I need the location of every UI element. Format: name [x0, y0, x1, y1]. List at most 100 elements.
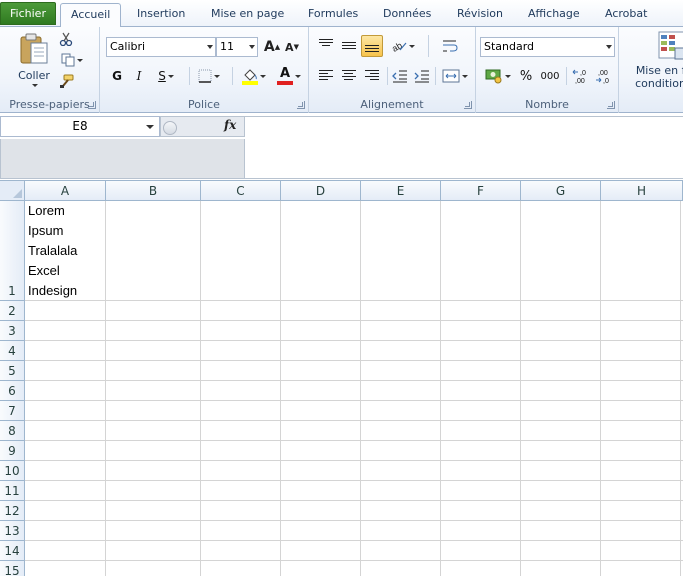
cell-a1-line: Lorem: [28, 203, 65, 218]
gridline: [25, 420, 683, 421]
increase-decimal-button[interactable]: ,0 ,00: [571, 65, 591, 87]
name-box[interactable]: E8: [0, 116, 160, 137]
formula-bar-resize-handle[interactable]: [163, 121, 177, 135]
tab-mise-en-page[interactable]: Mise en page: [201, 3, 294, 27]
italic-button[interactable]: I: [130, 66, 148, 86]
column-header-b[interactable]: B: [106, 181, 201, 201]
fill-color-button[interactable]: [239, 65, 269, 87]
row-header-5[interactable]: 5: [0, 361, 25, 381]
insert-function-button[interactable]: fx: [224, 118, 236, 132]
column-header-e[interactable]: E: [361, 181, 441, 201]
copy-button[interactable]: [58, 52, 86, 68]
align-right-button[interactable]: [365, 70, 379, 82]
font-name-select[interactable]: Calibri: [106, 37, 216, 57]
chevron-down-icon: [260, 74, 266, 78]
cell-a1[interactable]: Lorem Ipsum Tralalala Excel Indesign: [25, 201, 105, 300]
row-header-6[interactable]: 6: [0, 381, 25, 401]
alignment-separator: [387, 67, 388, 85]
row-header-3[interactable]: 3: [0, 321, 25, 341]
gridline: [25, 380, 683, 381]
number-launcher-icon[interactable]: [607, 101, 615, 109]
conditional-formatting-button[interactable]: Mise en fo conditionn: [627, 30, 683, 94]
gridline: [25, 440, 683, 441]
gridline: [25, 400, 683, 401]
paste-button[interactable]: Coller: [12, 30, 56, 90]
tab-acrobat[interactable]: Acrobat: [595, 3, 657, 27]
row-header-7[interactable]: 7: [0, 401, 25, 421]
font-color-button[interactable]: A: [274, 65, 304, 87]
tab-fichier[interactable]: Fichier: [0, 2, 56, 25]
align-top-button[interactable]: [319, 39, 333, 48]
clipboard-launcher-icon[interactable]: [88, 101, 96, 109]
chevron-down-icon: [409, 44, 415, 48]
row-header-12[interactable]: 12: [0, 501, 25, 521]
tab-donnees[interactable]: Données: [373, 3, 441, 27]
formula-input[interactable]: [245, 116, 683, 179]
alignment-launcher-icon[interactable]: [464, 101, 472, 109]
font-group-label: Police: [188, 98, 220, 111]
select-all-button[interactable]: [0, 181, 25, 201]
font-size-select[interactable]: 11: [216, 37, 258, 57]
paste-dropdown-icon: [32, 84, 38, 87]
row-header-9[interactable]: 9: [0, 441, 25, 461]
decrease-decimal-icon: ,00 ,0: [596, 70, 609, 85]
font-launcher-icon[interactable]: [297, 101, 305, 109]
alignment-group-label: Alignement: [360, 98, 424, 111]
bold-button[interactable]: G: [108, 66, 126, 86]
row-header-2[interactable]: 2: [0, 301, 25, 321]
decrease-decimal-button[interactable]: ,00 ,0: [594, 65, 614, 87]
align-left-button[interactable]: [319, 70, 333, 82]
align-center-button[interactable]: [342, 70, 356, 82]
row-header-14[interactable]: 14: [0, 541, 25, 561]
row-header-11[interactable]: 11: [0, 481, 25, 501]
merge-center-button[interactable]: [440, 67, 470, 85]
column-header-g[interactable]: G: [521, 181, 601, 201]
column-header-a[interactable]: A: [25, 181, 106, 201]
format-painter-icon: [59, 74, 73, 88]
alignment-separator: [435, 67, 436, 85]
decrease-indent-button[interactable]: [391, 67, 409, 85]
format-painter-button[interactable]: [58, 73, 74, 89]
copy-icon: [61, 53, 75, 67]
thousands-separator-button[interactable]: 000: [538, 66, 562, 86]
gridline: [25, 500, 683, 501]
accounting-format-button[interactable]: [482, 66, 514, 86]
percent-button[interactable]: %: [518, 66, 534, 86]
tab-affichage[interactable]: Affichage: [518, 3, 590, 27]
wrap-text-button[interactable]: [440, 35, 460, 57]
underline-button[interactable]: S: [152, 66, 180, 86]
increase-indent-icon: [414, 70, 429, 83]
font-color-swatch: [277, 81, 293, 85]
orientation-button[interactable]: ab: [390, 35, 416, 57]
row-header-15[interactable]: 15: [0, 561, 25, 576]
row-header-1[interactable]: 1: [0, 201, 25, 301]
row-header-10[interactable]: 10: [0, 461, 25, 481]
alignment-group: ab Alignement: [309, 27, 476, 113]
row-header-8[interactable]: 8: [0, 421, 25, 441]
tab-accueil[interactable]: Accueil: [60, 3, 122, 28]
svg-text:,00: ,00: [575, 78, 585, 85]
column-header-h[interactable]: H: [601, 181, 683, 201]
column-header-d[interactable]: D: [281, 181, 361, 201]
number-format-select[interactable]: Standard: [480, 37, 615, 57]
tab-revision[interactable]: Révision: [447, 3, 513, 27]
paste-icon: [20, 33, 48, 64]
formula-bar-side-area: [0, 139, 245, 179]
align-middle-button[interactable]: [342, 42, 356, 51]
cell-a1-line: Excel: [28, 263, 60, 278]
tab-formules[interactable]: Formules: [298, 3, 368, 27]
row-header-13[interactable]: 13: [0, 521, 25, 541]
column-header-f[interactable]: F: [441, 181, 521, 201]
increase-decimal-icon: ,0 ,00: [572, 69, 586, 85]
borders-button[interactable]: [195, 66, 223, 86]
align-bottom-button[interactable]: [361, 35, 383, 57]
column-header-c[interactable]: C: [201, 181, 281, 201]
increase-indent-button[interactable]: [413, 67, 431, 85]
gridline: [25, 340, 683, 341]
shrink-font-button[interactable]: A ▼: [283, 37, 301, 57]
merge-cells-icon: [442, 69, 460, 83]
tab-insertion[interactable]: Insertion: [127, 3, 195, 27]
cut-button[interactable]: [58, 31, 74, 47]
row-header-4[interactable]: 4: [0, 341, 25, 361]
grow-font-button[interactable]: A ▲: [263, 37, 281, 57]
